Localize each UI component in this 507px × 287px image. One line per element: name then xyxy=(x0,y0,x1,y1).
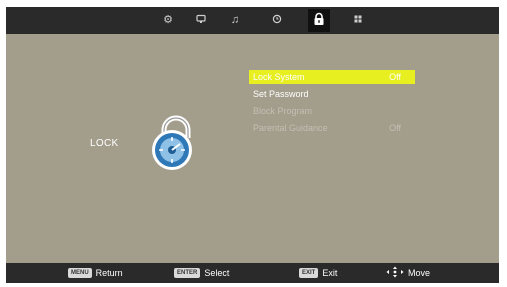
settings-icon: ⚙ xyxy=(163,14,173,26)
enter-key: ENTER xyxy=(174,268,201,278)
tab-timer[interactable] xyxy=(266,11,288,30)
hint-exit[interactable]: EXIT Exit xyxy=(299,263,337,283)
menu-item-value: Off xyxy=(389,72,401,82)
menu-item-lock-system[interactable]: Lock System Off xyxy=(249,70,415,84)
picture-icon xyxy=(196,14,206,27)
lock-menu: Lock System Off Set Password Block Progr… xyxy=(249,70,415,138)
tab-lock[interactable] xyxy=(308,9,330,32)
menu-item-label: Set Password xyxy=(253,89,309,99)
menu-item-label: Block Program xyxy=(253,106,313,116)
menu-item-value: Off xyxy=(389,123,401,133)
page-title: LOCK xyxy=(90,138,119,149)
tab-settings[interactable]: ⚙ xyxy=(157,11,179,30)
tv-osd-screen: ⚙ ♫ LOCK Lock System Off Set Password Bl… xyxy=(6,7,499,283)
menu-item-label: Lock System xyxy=(253,72,305,82)
menu-item-parental-guidance[interactable]: Parental Guidance Off xyxy=(249,121,415,135)
lock-icon xyxy=(312,12,326,29)
arrows-icon xyxy=(386,266,404,280)
menu-item-set-password[interactable]: Set Password xyxy=(249,87,415,101)
hint-label: Exit xyxy=(322,268,338,278)
menu-item-label: Parental Guidance xyxy=(253,123,328,133)
menu-tab-bar: ⚙ ♫ xyxy=(6,7,499,34)
tab-sound[interactable]: ♫ xyxy=(224,11,246,30)
tab-channel[interactable] xyxy=(347,11,369,30)
tab-picture[interactable] xyxy=(190,11,212,30)
sound-icon: ♫ xyxy=(230,14,240,26)
hint-move[interactable]: Move xyxy=(386,263,430,283)
hint-label: Select xyxy=(204,268,230,278)
hint-label: Return xyxy=(95,268,123,278)
menu-item-block-program[interactable]: Block Program xyxy=(249,104,415,118)
timer-icon xyxy=(272,14,282,27)
menu-key: MENU xyxy=(68,268,92,278)
exit-key: EXIT xyxy=(299,268,319,278)
hint-return[interactable]: MENU Return xyxy=(68,263,123,283)
padlock-icon xyxy=(138,108,214,178)
channel-grid-icon xyxy=(353,14,363,27)
hint-select[interactable]: ENTER Select xyxy=(174,263,229,283)
hint-label: Move xyxy=(408,268,431,278)
help-bar: MENU Return ENTER Select EXIT Exit Move xyxy=(6,263,499,283)
